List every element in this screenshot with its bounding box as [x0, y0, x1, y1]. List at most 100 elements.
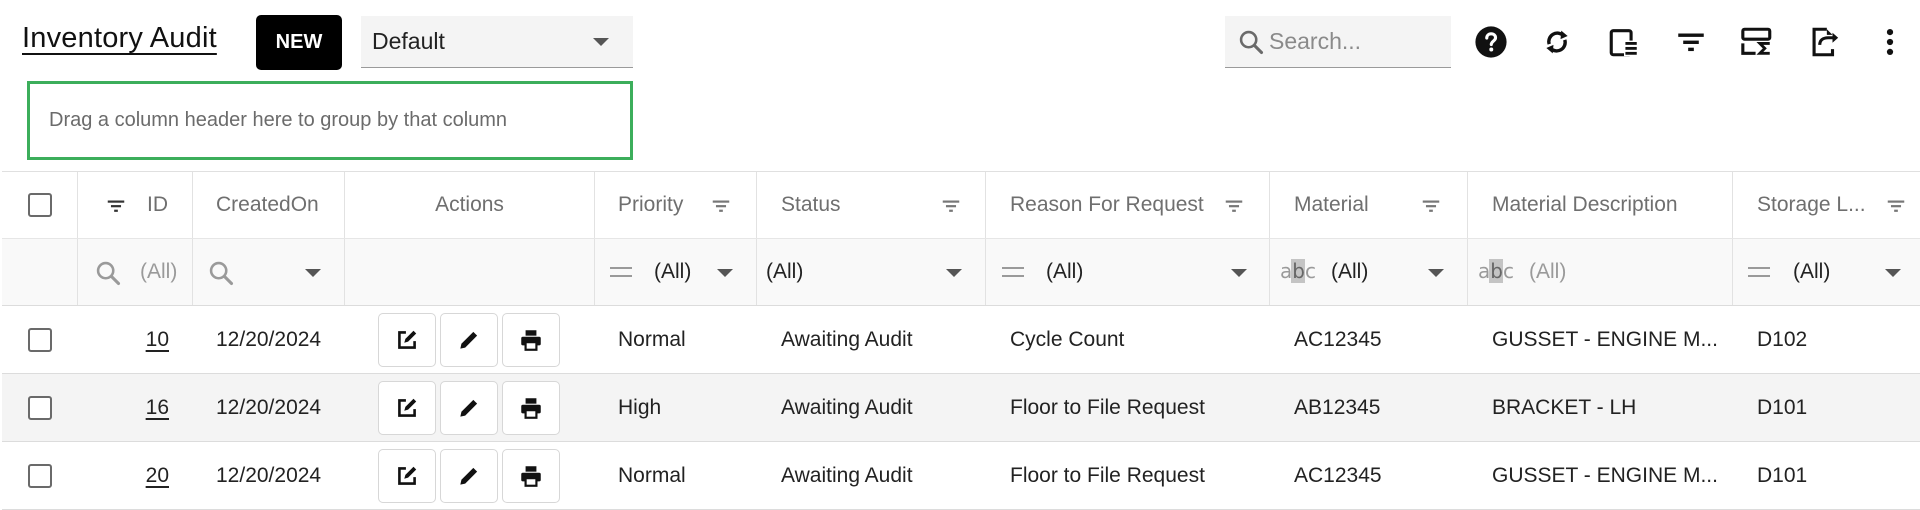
row-created-on: 12/20/2024: [216, 327, 322, 351]
row-priority: High: [618, 395, 662, 419]
header-material-description-label: Material Description: [1492, 193, 1678, 216]
filter-cell-select: [2, 239, 78, 305]
filter-material-description[interactable]: abc (All): [1468, 239, 1733, 305]
filter-material-value: (All): [1331, 260, 1369, 283]
search-box[interactable]: [1225, 16, 1451, 68]
row-material: AC12345: [1294, 463, 1382, 487]
chevron-down-icon[interactable]: [1231, 269, 1247, 277]
edit-button[interactable]: [440, 381, 498, 435]
more-icon[interactable]: [1870, 22, 1910, 62]
filter-reason[interactable]: (All): [986, 239, 1270, 305]
filter-icon[interactable]: [1885, 195, 1907, 217]
audit-button[interactable]: [378, 381, 436, 435]
filter-id-value: (All): [140, 260, 178, 283]
filter-row: (All) (All) (All) (All) abc (All) abc (A…: [2, 239, 1920, 306]
row-checkbox[interactable]: [28, 395, 52, 420]
row-material: AB12345: [1294, 395, 1381, 419]
edit-button[interactable]: [440, 313, 498, 367]
print-button[interactable]: [502, 449, 560, 503]
filter-icon[interactable]: [940, 195, 962, 217]
view-select[interactable]: Default: [361, 16, 633, 68]
row-storage-location: D102: [1757, 327, 1808, 351]
refresh-icon[interactable]: [1537, 22, 1577, 62]
text-filter-icon: abc: [1478, 259, 1514, 283]
filter-storage-location[interactable]: (All): [1733, 239, 1920, 305]
summary-icon[interactable]: [1737, 22, 1777, 62]
row-actions: [345, 306, 595, 373]
print-button[interactable]: [502, 313, 560, 367]
chevron-down-icon[interactable]: [1428, 269, 1444, 277]
header-material[interactable]: Material: [1270, 172, 1468, 238]
row-select-cell: [2, 306, 78, 373]
header-material-description[interactable]: Material Description: [1468, 172, 1733, 238]
header-storage-location-label: Storage L...: [1757, 193, 1866, 216]
row-priority: Normal: [618, 463, 686, 487]
header-actions: Actions: [345, 172, 595, 238]
row-id-link[interactable]: 10: [146, 328, 169, 352]
select-all-checkbox[interactable]: [27, 193, 52, 217]
help-icon[interactable]: [1471, 22, 1511, 62]
filter-icon[interactable]: [1671, 22, 1711, 62]
column-chooser-icon[interactable]: [1604, 22, 1644, 62]
edit-button[interactable]: [440, 449, 498, 503]
row-id-link[interactable]: 20: [146, 464, 169, 488]
filter-created-on[interactable]: [193, 239, 345, 305]
header-status[interactable]: Status: [757, 172, 986, 238]
filter-id[interactable]: (All): [78, 239, 193, 305]
select-all-cell: [2, 172, 78, 238]
filter-status-value: (All): [766, 260, 804, 283]
header-storage-location[interactable]: Storage L...: [1733, 172, 1920, 238]
filter-priority[interactable]: (All): [595, 239, 757, 305]
row-id-cell: 20: [78, 442, 193, 509]
filter-icon[interactable]: [105, 195, 127, 217]
chevron-down-icon[interactable]: [305, 269, 321, 277]
row-storage-location: D101: [1757, 395, 1808, 419]
header-created-on-label: CreatedOn: [216, 193, 319, 216]
search-icon: [209, 261, 234, 286]
table-row[interactable]: 16 12/20/2024 High Awaiting Audit Floor …: [2, 374, 1920, 442]
search-input[interactable]: [1269, 28, 1439, 55]
row-material-description: GUSSET - ENGINE M...: [1492, 463, 1718, 487]
row-actions: [345, 374, 595, 441]
row-priority: Normal: [618, 327, 686, 351]
table-row[interactable]: 20 12/20/2024 Normal Awaiting Audit Floo…: [2, 442, 1920, 510]
filter-material[interactable]: abc (All): [1270, 239, 1468, 305]
new-button[interactable]: NEW: [256, 15, 342, 70]
page-title: Inventory Audit: [22, 22, 217, 54]
search-icon: [1239, 30, 1264, 54]
print-button[interactable]: [502, 381, 560, 435]
chevron-down-icon[interactable]: [717, 269, 733, 277]
audit-button[interactable]: [378, 449, 436, 503]
chevron-down-icon[interactable]: [1885, 269, 1901, 277]
filter-icon[interactable]: [1420, 195, 1442, 217]
filter-status[interactable]: (All): [757, 239, 986, 305]
header-actions-label: Actions: [435, 193, 504, 216]
header-reason[interactable]: Reason For Request: [986, 172, 1270, 238]
print-icon: [521, 398, 541, 419]
filter-material-description-value: (All): [1529, 260, 1567, 283]
audit-button[interactable]: [378, 313, 436, 367]
row-select-cell: [2, 374, 78, 441]
header-material-label: Material: [1294, 193, 1369, 216]
filter-icon[interactable]: [710, 195, 732, 217]
edit-square-icon: [398, 466, 417, 485]
row-checkbox[interactable]: [28, 463, 52, 488]
row-created-on: 12/20/2024: [216, 395, 322, 419]
header-priority[interactable]: Priority: [595, 172, 757, 238]
row-checkbox[interactable]: [28, 327, 52, 352]
row-material: AC12345: [1294, 327, 1382, 351]
print-icon: [521, 330, 541, 351]
header-id-label: ID: [147, 193, 168, 216]
row-id-link[interactable]: 16: [146, 396, 169, 420]
chevron-down-icon[interactable]: [946, 269, 962, 277]
row-material-description: GUSSET - ENGINE M...: [1492, 327, 1718, 351]
equals-icon: [610, 267, 632, 277]
header-reason-label: Reason For Request: [1010, 193, 1204, 216]
table-row[interactable]: 10 12/20/2024 Normal Awaiting Audit Cycl…: [2, 306, 1920, 374]
header-created-on[interactable]: CreatedOn: [193, 172, 345, 238]
export-icon[interactable]: [1804, 22, 1844, 62]
filter-icon[interactable]: [1223, 195, 1245, 217]
group-panel[interactable]: Drag a column header here to group by th…: [27, 81, 633, 160]
header-id[interactable]: ID: [78, 172, 193, 238]
row-id-cell: 16: [78, 374, 193, 441]
